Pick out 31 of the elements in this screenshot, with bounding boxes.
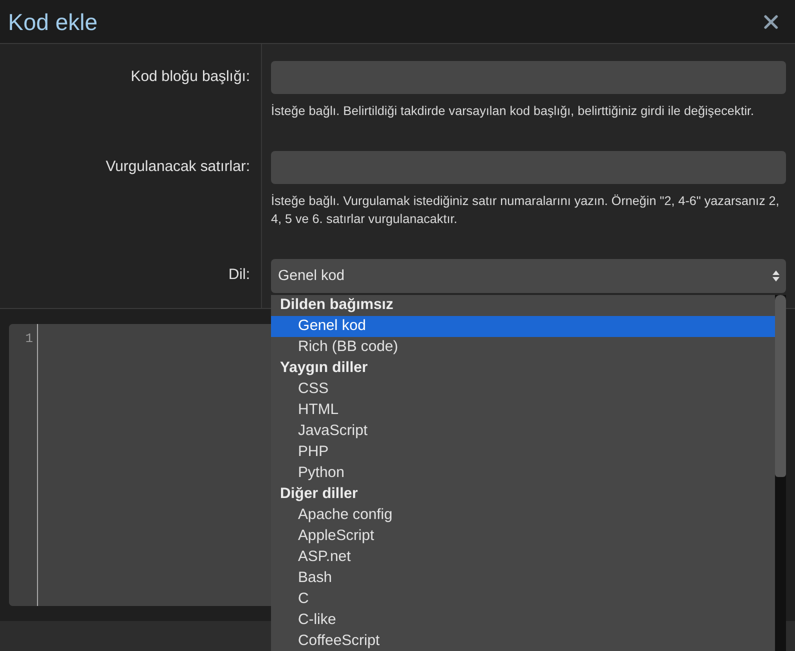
dropdown-option[interactable]: CSS	[271, 379, 775, 400]
option-group-label: Diğer diller	[279, 485, 359, 504]
field-hint: İsteğe bağlı. Vurgulamak istediğiniz satır numaralarını yazın. Örneğin "2, 4-6" yazarsanız 2, 4, 5 ve 6. satırlar vurgulanacaktır.	[271, 193, 780, 228]
text-input[interactable]	[271, 61, 786, 94]
dropdown-option[interactable]: Bash	[271, 568, 775, 589]
language-select[interactable]: Genel kod	[271, 259, 786, 293]
dropdown-option[interactable]: Genel kod	[271, 316, 775, 337]
dropdown-option[interactable]: Rich (BB code)	[271, 337, 775, 358]
option-group-label: Dilden bağımsız	[279, 296, 394, 315]
option-group-label: Yaygın diller	[279, 359, 369, 378]
field-label: Dil:	[228, 266, 250, 285]
field-label: Vurgulanacak satırlar:	[106, 158, 250, 177]
dropdown-option[interactable]: Python	[271, 463, 775, 484]
dropdown-option[interactable]: ASP.net	[271, 547, 775, 568]
dropdown-option[interactable]: CoffeeScript	[271, 631, 775, 651]
dropdown-option[interactable]: JavaScript	[271, 421, 775, 442]
dropdown-option[interactable]: C-like	[271, 610, 775, 631]
dropdown-option[interactable]: C	[271, 589, 775, 610]
dialog-title: Kod ekle	[8, 8, 98, 36]
text-input[interactable]	[271, 151, 786, 184]
updown-caret-icon	[772, 270, 780, 282]
scrollbar-thumb[interactable]	[775, 295, 786, 477]
close-icon	[764, 14, 778, 28]
dropdown-option[interactable]: PHP	[271, 442, 775, 463]
dropdown-option[interactable]: AppleScript	[271, 526, 775, 547]
close-button[interactable]	[764, 14, 778, 28]
field-hint: İsteğe bağlı. Belirtildiği takdirde varsayılan kod başlığı, belirttiğiniz girdi ile değişecektir.	[271, 103, 756, 120]
dropdown-option[interactable]: HTML	[271, 400, 775, 421]
dropdown-option[interactable]: Apache config	[271, 505, 775, 526]
line-number: 1	[24, 330, 34, 348]
field-label: Kod bloğu başlığı:	[130, 68, 250, 87]
